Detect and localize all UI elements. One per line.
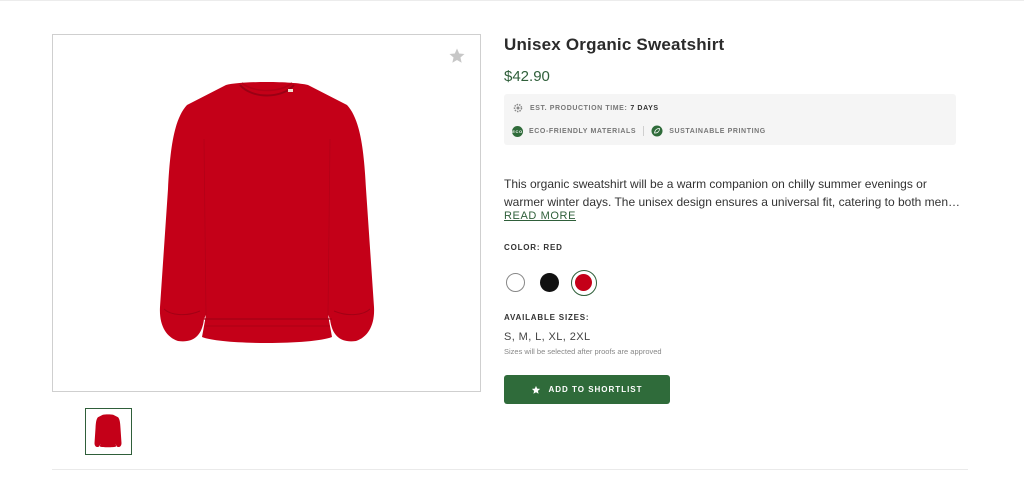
color-swatch-red-fill <box>575 274 592 291</box>
color-swatch-white[interactable] <box>506 273 525 292</box>
color-label: COLOR: RED <box>504 243 563 252</box>
available-sizes-value: S, M, L, XL, 2XL <box>504 331 591 343</box>
thumbnail-red-sweatshirt[interactable] <box>85 408 132 455</box>
main-product-image[interactable] <box>52 34 481 392</box>
add-to-shortlist-label: ADD TO SHORTLIST <box>548 385 643 394</box>
leaf-icon <box>651 125 663 137</box>
sustainability-row: ECO ECO-FRIENDLY MATERIALS SUSTAINABLE P… <box>512 125 766 137</box>
production-time-label: EST. PRODUCTION TIME: <box>530 104 628 112</box>
favorite-star-icon[interactable] <box>448 47 466 65</box>
sustainable-printing-label: SUSTAINABLE PRINTING <box>669 127 766 135</box>
color-swatch-red-selected[interactable] <box>571 270 597 296</box>
available-sizes-label: AVAILABLE SIZES: <box>504 313 590 322</box>
bottom-divider <box>52 469 968 470</box>
add-to-shortlist-button[interactable]: ADD TO SHORTLIST <box>504 375 670 404</box>
product-description: This organic sweatshirt will be a warm c… <box>504 177 960 209</box>
product-title: Unisex Organic Sweatshirt <box>504 35 725 54</box>
product-price: $42.90 <box>504 68 550 85</box>
production-time-value: 7 DAYS <box>630 104 659 112</box>
read-more-link[interactable]: READ MORE <box>504 210 576 222</box>
gear-icon <box>513 103 523 113</box>
sizes-note: Sizes will be selected after proofs are … <box>504 347 662 356</box>
production-info-box: EST. PRODUCTION TIME: 7 DAYS ECO ECO-FRI… <box>504 94 956 145</box>
star-icon <box>532 385 541 394</box>
top-divider <box>0 0 1024 1</box>
thumbnail-image <box>94 414 122 448</box>
eco-icon: ECO <box>512 125 523 137</box>
production-time-row: EST. PRODUCTION TIME: 7 DAYS <box>512 102 659 114</box>
sweatshirt-image <box>159 82 375 343</box>
eco-friendly-label: ECO-FRIENDLY MATERIALS <box>529 127 637 135</box>
color-swatch-black[interactable] <box>540 273 559 292</box>
info-divider <box>643 126 645 136</box>
